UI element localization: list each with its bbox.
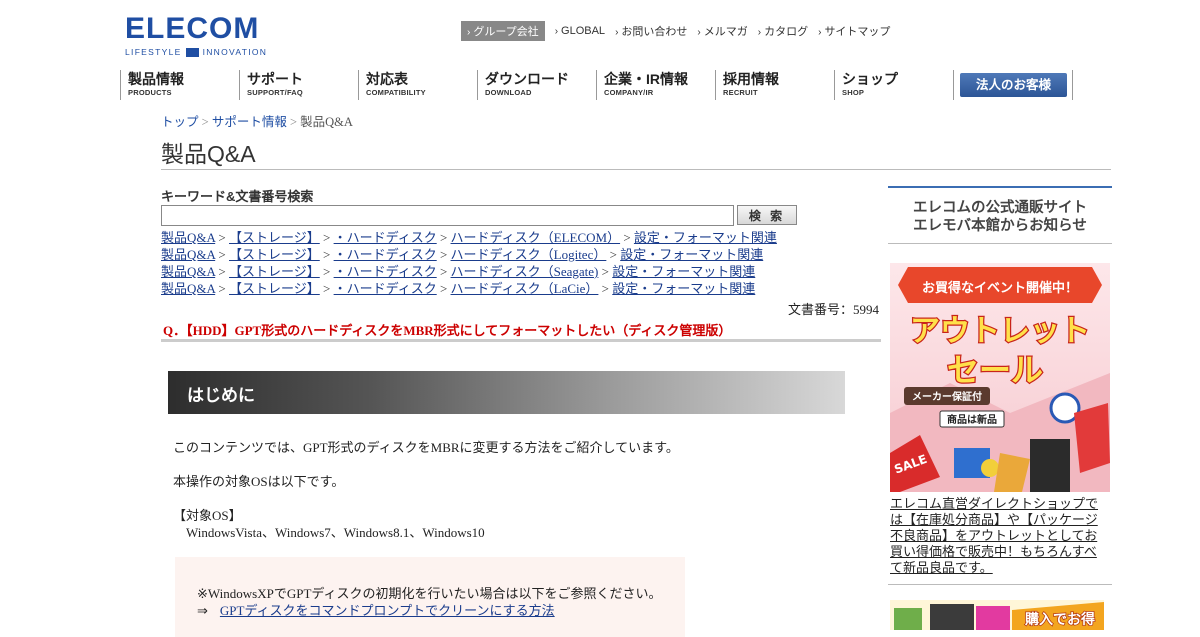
note-box: ※WindowsXPでGPTディスクの初期化を行いたい場合は以下をご参照ください… bbox=[175, 557, 685, 637]
util-link-sitemap[interactable]: › サイトマップ bbox=[818, 23, 890, 39]
elecom-logo[interactable]: ELECOM LIFESTYLE INNOVATION bbox=[125, 12, 267, 58]
path-link-hdd-brand[interactable]: ハードディスク（Seagate) bbox=[451, 264, 599, 279]
nav-download[interactable]: ダウンロード DOWNLOAD bbox=[477, 70, 596, 100]
category-paths: 製品Q&A > 【ストレージ】 > ・ハードディスク > ハードディスク（ELE… bbox=[161, 229, 777, 297]
article-paragraph: 本操作の対象OSは以下です。 bbox=[173, 474, 345, 489]
breadcrumb-support[interactable]: サポート情報 bbox=[212, 115, 287, 129]
path-link-qa[interactable]: 製品Q&A bbox=[161, 230, 215, 245]
util-link-group[interactable]: › グループ会社 bbox=[461, 21, 545, 41]
logo-tagline-left: LIFESTYLE bbox=[125, 47, 182, 57]
logo-wordmark: ELECOM bbox=[125, 12, 260, 45]
second-promo-banner[interactable]: 購入でお得 bbox=[890, 600, 1104, 630]
breadcrumb: トップ > サポート情報 > 製品Q&A bbox=[161, 111, 353, 130]
category-path-row: 製品Q&A > 【ストレージ】 > ・ハードディスク > ハードディスク（ELE… bbox=[161, 230, 777, 245]
chevron-right-icon: › bbox=[697, 27, 701, 38]
category-path-row: 製品Q&A > 【ストレージ】 > ・ハードディスク > ハードディスク（LaC… bbox=[161, 281, 756, 296]
second-promo-text: 購入でお得 bbox=[1024, 611, 1095, 628]
outlet-sale-banner[interactable]: お買得なイベント開催中！ アウトレット セール メーカー保証付 商品は新品 SA… bbox=[890, 263, 1110, 492]
path-link-hdd[interactable]: ・ハードディスク bbox=[334, 281, 437, 296]
title-divider bbox=[161, 169, 1111, 170]
category-path-row: 製品Q&A > 【ストレージ】 > ・ハードディスク > ハードディスク（Sea… bbox=[161, 264, 756, 279]
path-link-storage[interactable]: 【ストレージ】 bbox=[229, 230, 320, 245]
path-link-format[interactable]: 設定・フォーマット関連 bbox=[612, 281, 755, 296]
path-link-qa[interactable]: 製品Q&A bbox=[161, 264, 215, 279]
outlet-sale-illustration: お買得なイベント開催中！ アウトレット セール メーカー保証付 商品は新品 SA… bbox=[890, 263, 1110, 492]
path-link-hdd-brand[interactable]: ハードディスク（Logitec） bbox=[451, 247, 607, 262]
path-link-hdd-brand[interactable]: ハードディスク（ELECOM） bbox=[451, 230, 621, 245]
path-link-hdd[interactable]: ・ハードディスク bbox=[334, 264, 437, 279]
article-paragraph: このコンテンツでは、GPT形式のディスクをMBRに変更する方法をご紹介しています… bbox=[173, 440, 679, 455]
page-title: 製品Q&A bbox=[161, 141, 256, 167]
path-link-format[interactable]: 設定・フォーマット関連 bbox=[634, 230, 777, 245]
intro-heading: はじめに bbox=[187, 386, 255, 405]
outlet-sale-description[interactable]: エレコム直営ダイレクトショップでは【在庫処分商品】や【パッケージ不良商品】をアウ… bbox=[890, 496, 1108, 576]
util-link-contact[interactable]: › お問い合わせ bbox=[615, 23, 687, 39]
breadcrumb-current: 製品Q&A bbox=[300, 115, 353, 129]
ad-badge-new: 商品は新品 bbox=[947, 413, 997, 426]
breadcrumb-separator: > bbox=[289, 115, 298, 129]
path-link-hdd-brand[interactable]: ハードディスク（LaCie） bbox=[451, 281, 599, 296]
gpt-clean-command-link[interactable]: GPTディスクをコマンドプロンプトでクリーンにする方法 bbox=[220, 603, 555, 618]
intro-heading-banner: はじめに bbox=[168, 371, 845, 414]
util-link-global[interactable]: › GLOBAL bbox=[555, 25, 605, 37]
arrow-right-icon: ⇒ bbox=[197, 603, 208, 618]
path-link-format[interactable]: 設定・フォーマット関連 bbox=[620, 247, 763, 262]
path-link-format[interactable]: 設定・フォーマット関連 bbox=[612, 264, 755, 279]
sidebar-notice-line1: エレコムの公式通販サイト bbox=[913, 200, 1087, 216]
chevron-right-icon: › bbox=[757, 27, 762, 38]
sidebar-shop-notice: エレコムの公式通販サイト エレモバ本館からお知らせ bbox=[888, 186, 1112, 244]
logo-tagline: LIFESTYLE INNOVATION bbox=[125, 47, 267, 57]
main-nav: 製品情報 PRODUCTS サポート SUPPORT/FAQ 対応表 COMPATIB… bbox=[120, 70, 1073, 100]
ad-ribbon-text: お買得なイベント開催中！ bbox=[922, 280, 1078, 296]
breadcrumb-separator: > bbox=[201, 115, 209, 129]
second-promo-illustration: 購入でお得 bbox=[890, 600, 1104, 630]
search-button[interactable]: 検 索 bbox=[737, 205, 797, 225]
chevron-right-icon: › bbox=[467, 27, 471, 38]
corporate-customers-button[interactable]: 法人のお客様 bbox=[960, 73, 1067, 97]
chevron-right-icon: › bbox=[615, 27, 619, 38]
logo-tagline-right: INNOVATION bbox=[202, 47, 268, 57]
path-link-storage[interactable]: 【ストレージ】 bbox=[229, 281, 320, 296]
nav-corporate-cell: 法人のお客様 bbox=[953, 70, 1073, 100]
util-link-newsletter[interactable]: › メルマガ bbox=[697, 23, 747, 39]
search-input[interactable] bbox=[161, 205, 734, 226]
utility-nav: › グループ会社 › GLOBAL › お問い合わせ › メルマガ › カタログ › サイト… bbox=[461, 21, 900, 41]
chevron-right-icon: › bbox=[818, 27, 822, 38]
path-link-hdd[interactable]: ・ハードディスク bbox=[334, 247, 437, 262]
question-divider bbox=[161, 339, 881, 342]
sidebar-divider bbox=[888, 584, 1112, 585]
question-title: Q．【HDD】GPT形式のハードディスクをMBR形式にしてフォーマットしたい（デ… bbox=[163, 323, 732, 338]
nav-company-ir[interactable]: 企業・IR情報 COMPANY/IR bbox=[596, 70, 715, 100]
document-number: 文書番号：5994 bbox=[788, 302, 880, 317]
ad-title-line2: セール bbox=[947, 351, 1043, 389]
note-link-row: ⇒ GPTディスクをコマンドプロンプトでクリーンにする方法 bbox=[197, 600, 555, 619]
nav-shop[interactable]: ショップ SHOP bbox=[834, 70, 953, 100]
path-link-qa[interactable]: 製品Q&A bbox=[161, 281, 215, 296]
util-link-catalog[interactable]: › カタログ bbox=[758, 23, 808, 39]
sidebar-notice-line2: エレモバ本館からお知らせ bbox=[913, 218, 1087, 234]
path-link-qa[interactable]: 製品Q&A bbox=[161, 247, 215, 262]
ad-title-line1: アウトレット bbox=[910, 314, 1090, 349]
nav-compatibility[interactable]: 対応表 COMPATIBILITY bbox=[358, 70, 477, 100]
chevron-right-icon: › bbox=[554, 26, 559, 37]
search-label: キーワード&文書番号検索 bbox=[161, 189, 314, 204]
nav-products[interactable]: 製品情報 PRODUCTS bbox=[120, 70, 239, 100]
target-os-list: WindowsVista、Windows7、Windows8.1、Windows… bbox=[186, 525, 485, 540]
path-link-storage[interactable]: 【ストレージ】 bbox=[229, 264, 320, 279]
path-link-storage[interactable]: 【ストレージ】 bbox=[229, 247, 320, 262]
nav-support[interactable]: サポート SUPPORT/FAQ bbox=[239, 70, 358, 100]
path-link-hdd[interactable]: ・ハードディスク bbox=[334, 230, 437, 245]
logo-m-mark bbox=[185, 47, 199, 57]
breadcrumb-top[interactable]: トップ bbox=[161, 115, 199, 129]
ad-badge-warranty: メーカー保証付 bbox=[912, 390, 982, 403]
nav-recruit[interactable]: 採用情報 RECRUIT bbox=[715, 70, 834, 100]
category-path-row: 製品Q&A > 【ストレージ】 > ・ハードディスク > ハードディスク（Log… bbox=[161, 247, 764, 262]
